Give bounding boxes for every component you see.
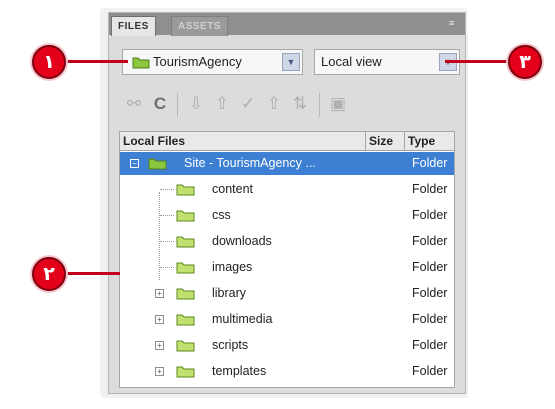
refresh-icon[interactable]: C <box>149 93 171 115</box>
file-name: downloads <box>212 234 272 248</box>
tab-assets[interactable]: ASSETS <box>171 16 229 36</box>
column-divider[interactable] <box>365 132 366 150</box>
toolbar-divider <box>177 93 178 117</box>
tree-line <box>160 189 174 190</box>
tree-line <box>160 215 174 216</box>
file-name: multimedia <box>212 312 273 326</box>
expand-icon[interactable]: + <box>155 315 164 324</box>
table-row[interactable]: content Folder <box>120 178 454 201</box>
file-type: Folder <box>412 364 448 378</box>
tree-line <box>160 267 174 268</box>
check-out-icon[interactable]: ✓ <box>237 93 259 115</box>
table-row[interactable]: + multimedia Folder <box>120 308 454 331</box>
view-select[interactable]: Local view ▼ <box>314 49 460 75</box>
collapse-icon[interactable]: − <box>130 159 139 168</box>
callout-3-leader <box>445 60 509 63</box>
column-local-files[interactable]: Local Files <box>123 132 185 150</box>
file-name: content <box>212 182 254 196</box>
expand-icon[interactable]: ▣ <box>327 93 349 115</box>
synchronize-icon[interactable]: ⇅ <box>289 93 311 115</box>
file-list: Local Files Size Type − Site - TourismAg… <box>119 131 455 388</box>
callout-1-badge: ١ <box>32 45 66 79</box>
file-name: templates <box>212 364 267 378</box>
callout-3-badge: ٣ <box>508 45 542 79</box>
put-files-icon[interactable]: ⇧ <box>211 93 233 115</box>
column-type[interactable]: Type <box>408 132 435 150</box>
table-row[interactable]: + templates Folder <box>120 360 454 383</box>
connect-icon[interactable]: ⚯ <box>123 93 145 115</box>
expand-icon[interactable]: + <box>155 367 164 376</box>
folder-icon <box>176 210 195 222</box>
table-row[interactable]: − Site - TourismAgency ... Folder <box>120 152 454 175</box>
folder-icon <box>176 288 195 300</box>
tree-line <box>160 241 174 242</box>
site-select[interactable]: TourismAgency ▼ <box>122 49 303 75</box>
file-type: Folder <box>412 338 448 352</box>
get-files-icon[interactable]: ⇩ <box>185 93 207 115</box>
file-type: Folder <box>412 234 448 248</box>
table-row[interactable]: + library Folder <box>120 282 454 305</box>
folder-icon <box>176 184 195 196</box>
file-type: Folder <box>412 182 448 196</box>
files-panel: FILES ASSETS ≡ TourismAgency ▼ Local vie… <box>108 12 466 394</box>
folder-icon <box>176 236 195 248</box>
folder-icon <box>176 262 195 274</box>
file-name: css <box>212 208 231 222</box>
file-name: images <box>212 260 253 274</box>
file-type: Folder <box>412 312 448 326</box>
callout-1-leader <box>64 60 128 63</box>
tab-bar: FILES ASSETS ≡ <box>109 13 465 36</box>
file-name: scripts <box>212 338 249 352</box>
callout-2-badge: ٢ <box>32 257 66 291</box>
file-type: Folder <box>412 208 448 222</box>
panel-menu-icon[interactable]: ≡ <box>449 19 459 28</box>
file-type: Folder <box>412 260 448 274</box>
file-name: Site - TourismAgency ... <box>184 156 316 170</box>
toolbar: ⚯ C ⇩ ⇧ ✓ ⇧ ⇅ ▣ <box>119 91 459 119</box>
table-row[interactable]: downloads Folder <box>120 230 454 253</box>
folder-icon <box>176 314 195 326</box>
table-row[interactable]: + scripts Folder <box>120 334 454 357</box>
column-header: Local Files Size Type <box>120 132 454 151</box>
expand-icon[interactable]: + <box>155 341 164 350</box>
table-row[interactable]: images Folder <box>120 256 454 279</box>
site-select-value: TourismAgency <box>153 54 242 69</box>
view-select-value: Local view <box>321 54 382 69</box>
column-size[interactable]: Size <box>369 132 393 150</box>
expand-icon[interactable]: + <box>155 289 164 298</box>
file-name: library <box>212 286 247 300</box>
table-row[interactable]: css Folder <box>120 204 454 227</box>
chevron-down-icon[interactable]: ▼ <box>282 53 300 71</box>
toolbar-divider <box>319 93 320 117</box>
folder-icon <box>148 158 167 170</box>
file-type: Folder <box>412 156 448 170</box>
folder-icon <box>176 366 195 378</box>
file-type: Folder <box>412 286 448 300</box>
folder-icon <box>132 57 150 69</box>
column-divider[interactable] <box>404 132 405 150</box>
folder-icon <box>176 340 195 352</box>
tab-files[interactable]: FILES <box>111 16 156 36</box>
check-in-icon[interactable]: ⇧ <box>263 93 285 115</box>
callout-2-leader <box>64 272 120 275</box>
